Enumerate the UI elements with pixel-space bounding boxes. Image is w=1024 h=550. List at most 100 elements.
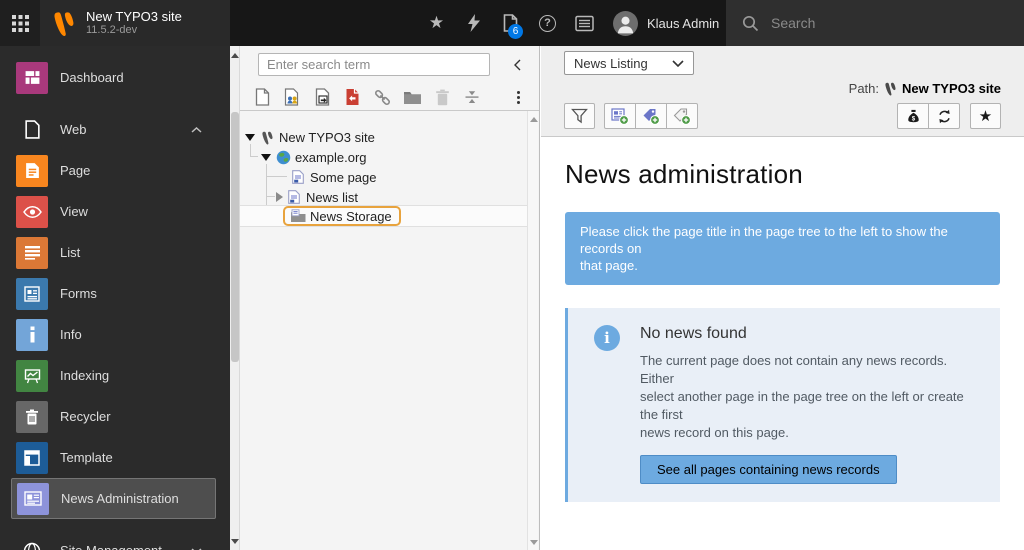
page-module-icon xyxy=(16,155,48,187)
path-site-title: New TYPO3 site xyxy=(902,81,1001,96)
sidebar-item-label: Template xyxy=(60,450,113,465)
site-brand[interactable]: New TYPO3 site 11.5.2-dev xyxy=(40,0,230,46)
tree-more-options-button[interactable] xyxy=(511,86,525,108)
tree-node-page[interactable]: Some page xyxy=(287,167,377,187)
tree-node-label: News Storage xyxy=(310,209,392,224)
tree-node-page[interactable]: News list xyxy=(273,187,358,207)
module-body: News administration Please click the pag… xyxy=(541,138,1024,550)
sidebar-item-template[interactable]: Template xyxy=(0,437,230,478)
sidebar-item-view[interactable]: View xyxy=(0,191,230,232)
sidebar-item-label: List xyxy=(60,245,80,260)
clear-cache-button[interactable] xyxy=(455,0,492,46)
new-link-button[interactable] xyxy=(372,87,392,107)
view-module-icon xyxy=(16,196,48,228)
add-tag-button[interactable] xyxy=(635,103,667,129)
sidebar-section-web[interactable]: Web xyxy=(0,109,230,150)
toggle-spacer-button[interactable] xyxy=(462,87,482,107)
user-menu-button[interactable]: Klaus Admin xyxy=(601,0,731,46)
tree-node-label: News list xyxy=(306,190,358,205)
application-grid-button[interactable] xyxy=(0,0,40,46)
scroll-up-arrow-icon[interactable] xyxy=(529,114,539,124)
system-information-button[interactable] xyxy=(566,0,603,46)
sidebar-item-indexing[interactable]: Indexing xyxy=(0,355,230,396)
tree-node-site[interactable]: example.org xyxy=(260,147,367,167)
sidebar-item-label: Page xyxy=(60,163,90,178)
brand-text: New TYPO3 site 11.5.2-dev xyxy=(86,9,182,37)
sidebar-item-label: Web xyxy=(60,122,87,137)
action-button-group: $ xyxy=(897,103,960,129)
sidebar-item-dashboard[interactable]: Dashboard xyxy=(0,57,230,98)
scroll-down-arrow-icon[interactable] xyxy=(529,537,539,547)
scroll-down-arrow-icon[interactable] xyxy=(230,536,240,546)
forms-module-icon xyxy=(16,278,48,310)
expand-toggle-icon[interactable] xyxy=(273,191,285,203)
search-input[interactable] xyxy=(771,15,971,31)
scroll-up-arrow-icon[interactable] xyxy=(230,50,240,60)
new-page-button[interactable] xyxy=(252,87,272,107)
sidebar-item-news-administration[interactable]: News Administration xyxy=(11,478,216,519)
add-category-button[interactable] xyxy=(666,103,698,129)
tree-line xyxy=(250,156,258,157)
refresh-icon xyxy=(936,108,953,125)
see-all-pages-button[interactable]: See all pages containing news records xyxy=(640,455,897,484)
help-button[interactable]: ? xyxy=(529,0,566,46)
module-content: News Listing Path: New TYPO3 site xyxy=(541,46,1024,550)
tag-filled-plus-icon xyxy=(642,107,660,125)
sidebar-item-label: Info xyxy=(60,327,82,342)
lightning-bolt-icon xyxy=(467,14,481,32)
page-tree: New TYPO3 site example.org Some page xyxy=(240,111,528,550)
new-mountpoint-page-button[interactable] xyxy=(342,87,362,107)
sidebar-item-label: Forms xyxy=(60,286,97,301)
folder-icon xyxy=(403,90,422,105)
collapse-toggle-icon[interactable] xyxy=(244,131,256,143)
new-folder-button[interactable] xyxy=(402,87,422,107)
view-mode-value: News Listing xyxy=(574,56,648,71)
dashboard-icon xyxy=(16,62,48,94)
scrollbar-thumb[interactable] xyxy=(231,112,239,362)
callout-title: No news found xyxy=(640,325,982,343)
delete-drop-zone-button[interactable] xyxy=(432,87,452,107)
template-module-icon xyxy=(16,442,48,474)
tree-node-root[interactable]: New TYPO3 site xyxy=(244,127,375,147)
sidebar-scrollbar[interactable] xyxy=(230,46,240,550)
news-administration-icon xyxy=(17,483,49,515)
collapse-tree-button[interactable] xyxy=(506,54,528,76)
typo3-version: 11.5.2-dev xyxy=(86,24,182,37)
collapse-toggle-icon[interactable] xyxy=(260,151,272,163)
typo3-logo-icon xyxy=(259,129,275,145)
page-icon xyxy=(290,169,306,185)
add-news-record-button[interactable] xyxy=(604,103,636,129)
bookmark-button[interactable]: ★ xyxy=(970,103,1001,129)
new-shortcut-page-button[interactable] xyxy=(312,87,332,107)
svg-text:$: $ xyxy=(911,115,915,122)
sidebar-item-page[interactable]: Page xyxy=(0,150,230,191)
news-plus-icon xyxy=(611,107,629,125)
donate-button[interactable]: $ xyxy=(897,103,929,129)
sidebar-section-site-management[interactable]: Site Management xyxy=(0,530,230,550)
page-users-icon xyxy=(284,88,300,106)
tag-outline-plus-icon xyxy=(673,107,691,125)
docheader-buttons-right: $ ★ xyxy=(897,103,1001,129)
tree-search-input[interactable] xyxy=(258,53,490,76)
reload-button[interactable] xyxy=(928,103,960,129)
star-icon: ★ xyxy=(429,13,444,33)
chevron-up-icon xyxy=(191,127,202,133)
opened-documents-button[interactable]: 6 xyxy=(492,0,529,46)
tree-scrollbar[interactable] xyxy=(527,111,538,550)
new-page-users-button[interactable] xyxy=(282,87,302,107)
bookmarks-button[interactable]: ★ xyxy=(418,0,455,46)
tree-toolbar xyxy=(252,86,482,108)
sidebar-item-label: Site Management xyxy=(60,543,162,550)
recycler-module-icon xyxy=(16,401,48,433)
funnel-icon xyxy=(571,108,588,124)
info-box: Please click the page title in the page … xyxy=(565,212,1000,285)
sidebar-item-label: View xyxy=(60,204,88,219)
tree-node-folder-selected[interactable]: News Storage xyxy=(283,206,401,226)
sidebar-item-label: Dashboard xyxy=(60,70,124,85)
filter-button[interactable] xyxy=(564,103,595,129)
sidebar-item-list[interactable]: List xyxy=(0,232,230,273)
sidebar-item-info[interactable]: Info xyxy=(0,314,230,355)
sidebar-item-recycler[interactable]: Recycler xyxy=(0,396,230,437)
view-mode-select[interactable]: News Listing xyxy=(564,51,694,75)
sidebar-item-forms[interactable]: Forms xyxy=(0,273,230,314)
